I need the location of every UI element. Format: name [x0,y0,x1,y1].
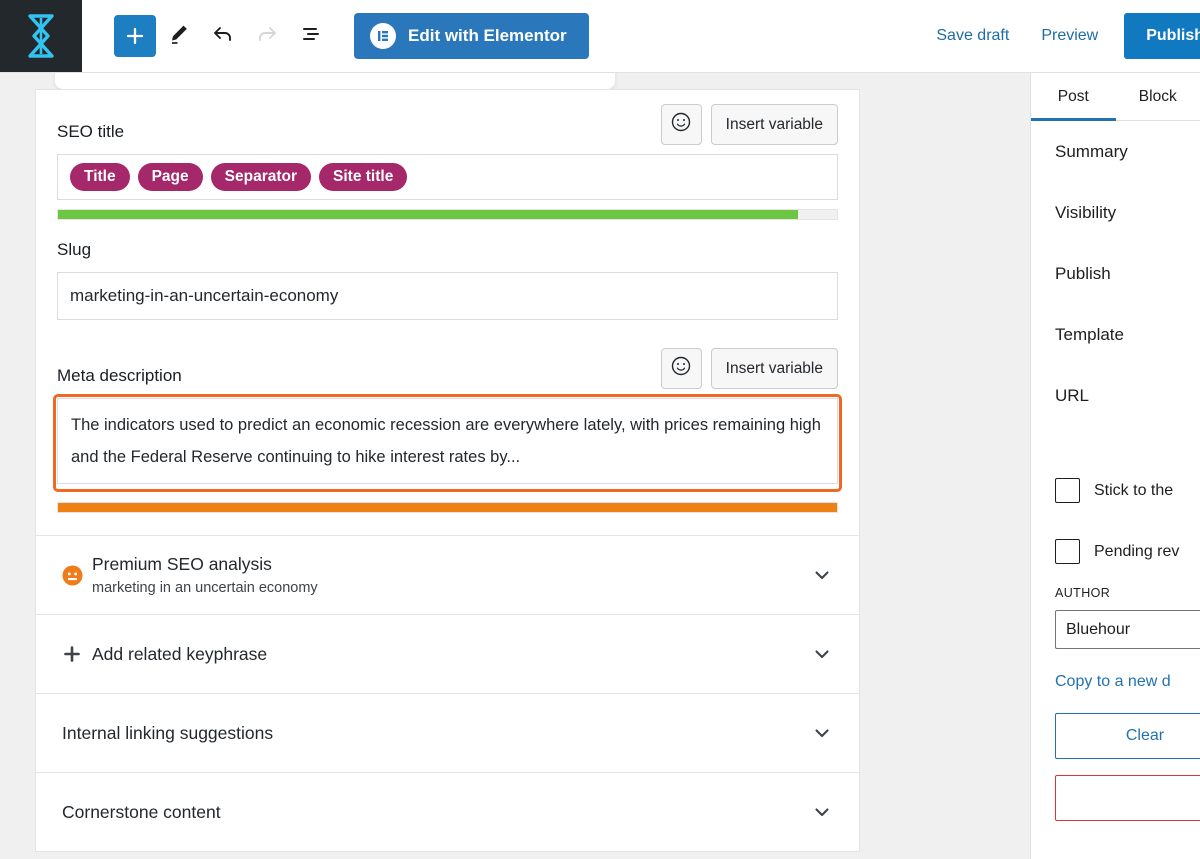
toolbar-tool-group [114,15,332,57]
tools-button[interactable] [158,15,200,57]
meta-description-input[interactable]: The indicators used to predict an econom… [53,394,842,493]
toolbar-right-group: Save draft Preview Publish [920,0,1200,73]
sidebar-item-visibility[interactable]: Visibility [1031,182,1200,243]
list-view-icon [299,22,323,51]
meta-description-progress-fill [58,503,837,513]
seo-title-tag-title[interactable]: Title [70,163,130,191]
editor-canvas: SEO title Insert variable Title Page Sep… [0,73,1030,859]
save-draft-button[interactable]: Save draft [920,27,1025,45]
seo-title-header: SEO title Insert variable [57,104,838,145]
pending-review-checkbox-row[interactable]: Pending rev [1031,521,1200,582]
wordpress-post-editor: Edit with Elementor Save draft Preview P… [0,0,1200,859]
seo-title-input[interactable]: Title Page Separator Site title [57,154,838,200]
plus-icon [62,644,92,664]
seo-title-tag-separator[interactable]: Separator [210,163,312,191]
pencil-icon [167,22,191,51]
row-premium-seo-analysis[interactable]: Premium SEO analysis marketing in an unc… [36,535,859,615]
seo-title-tools: Insert variable [660,104,838,145]
sidebar-tabs: Post Block [1031,73,1200,121]
row-internal-linking-suggestions-text: Internal linking suggestions [62,723,809,744]
editor-toolbar: Edit with Elementor Save draft Preview P… [0,0,1200,73]
sidebar-item-template[interactable]: Template [1031,304,1200,365]
tab-post[interactable]: Post [1031,73,1116,121]
row-add-related-keyphrase-text: Add related keyphrase [92,644,809,665]
meta-description-value: The indicators used to predict an econom… [71,416,821,467]
elementor-logo-icon [370,23,396,49]
meta-description-header: Meta description Insert variable [57,348,838,389]
yoast-seo-panel: SEO title Insert variable Title Page Sep… [35,89,860,853]
meta-description-insert-variable-button[interactable]: Insert variable [710,348,838,389]
pending-review-label: Pending rev [1094,542,1180,560]
author-select[interactable]: Bluehour [1055,610,1200,649]
seo-title-progress-bar [57,209,838,220]
seo-title-label: SEO title [57,122,125,141]
post-settings-sidebar: Post Block Summary Visibility Publish Te… [1030,73,1200,859]
chevron-down-icon[interactable] [809,723,835,743]
row-cornerstone-content-text: Cornerstone content [62,802,809,823]
row-title: Cornerstone content [62,801,221,822]
preview-button[interactable]: Preview [1025,27,1114,45]
add-block-button[interactable] [114,15,156,57]
chevron-down-icon[interactable] [809,644,835,664]
edit-with-elementor-button[interactable]: Edit with Elementor [354,13,589,59]
chevron-down-icon[interactable] [809,565,835,585]
publish-button[interactable]: Publish [1124,13,1200,59]
slug-input[interactable]: marketing-in-an-uncertain-economy [57,272,838,320]
author-caption: AUTHOR [1055,586,1111,600]
row-title: Internal linking suggestions [62,722,274,743]
sticky-post-checkbox[interactable] [1055,478,1080,503]
tab-block[interactable]: Block [1116,73,1200,120]
meta-description-progress-bar [57,502,838,514]
undo-arrow-icon [211,22,235,51]
seo-title-insert-variable-button[interactable]: Insert variable [710,104,838,145]
seo-title-tag-site-title[interactable]: Site title [319,163,408,191]
slug-value: marketing-in-an-uncertain-economy [70,286,339,305]
smiley-face-icon [670,355,692,382]
seo-title-tag-page[interactable]: Page [137,163,203,191]
sidebar-item-summary[interactable]: Summary [1031,121,1200,182]
sticky-post-label: Stick to the [1094,481,1174,499]
site-logo-hourglass-icon [20,12,62,60]
row-title: Add related keyphrase [92,643,268,664]
slug-section: Slug marketing-in-an-uncertain-economy [36,226,859,326]
sticky-post-checkbox-row[interactable]: Stick to the [1031,460,1200,521]
row-internal-linking-suggestions[interactable]: Internal linking suggestions [36,693,859,773]
edit-with-elementor-label: Edit with Elementor [408,26,567,45]
partial-card-above [55,73,615,89]
row-add-related-keyphrase[interactable]: Add related keyphrase [36,614,859,694]
row-subtitle: marketing in an uncertain economy [92,580,318,597]
meta-description-section: Meta description Insert variable The ind… [36,326,859,535]
pending-review-checkbox[interactable] [1055,539,1080,564]
plus-icon [125,26,145,46]
move-to-trash-button[interactable] [1055,775,1200,821]
redo-arrow-icon [255,22,279,51]
seo-title-progress-fill [58,210,799,219]
clear-button[interactable]: Clear [1055,713,1200,759]
meta-description-smiley-button[interactable] [660,348,702,389]
row-title: Premium SEO analysis [92,554,272,575]
seo-title-smiley-button[interactable] [660,104,702,145]
seo-title-section: SEO title Insert variable Title Page Sep… [36,90,859,226]
row-cornerstone-content[interactable]: Cornerstone content [36,772,859,852]
redo-button[interactable] [246,15,288,57]
row-premium-seo-analysis-text: Premium SEO analysis marketing in an unc… [92,554,809,596]
site-logo-button[interactable] [0,0,82,72]
sidebar-item-publish[interactable]: Publish [1031,243,1200,304]
chevron-down-icon[interactable] [809,802,835,822]
copy-to-new-draft-link[interactable]: Copy to a new d [1031,673,1200,691]
seo-score-neutral-face-icon [62,565,92,586]
meta-description-tools: Insert variable [660,348,838,389]
list-view-button[interactable] [290,15,332,57]
meta-description-label: Meta description [57,366,182,385]
undo-button[interactable] [202,15,244,57]
slug-label: Slug [57,240,92,259]
sidebar-item-url[interactable]: URL [1031,365,1200,426]
smiley-face-icon [670,111,692,138]
